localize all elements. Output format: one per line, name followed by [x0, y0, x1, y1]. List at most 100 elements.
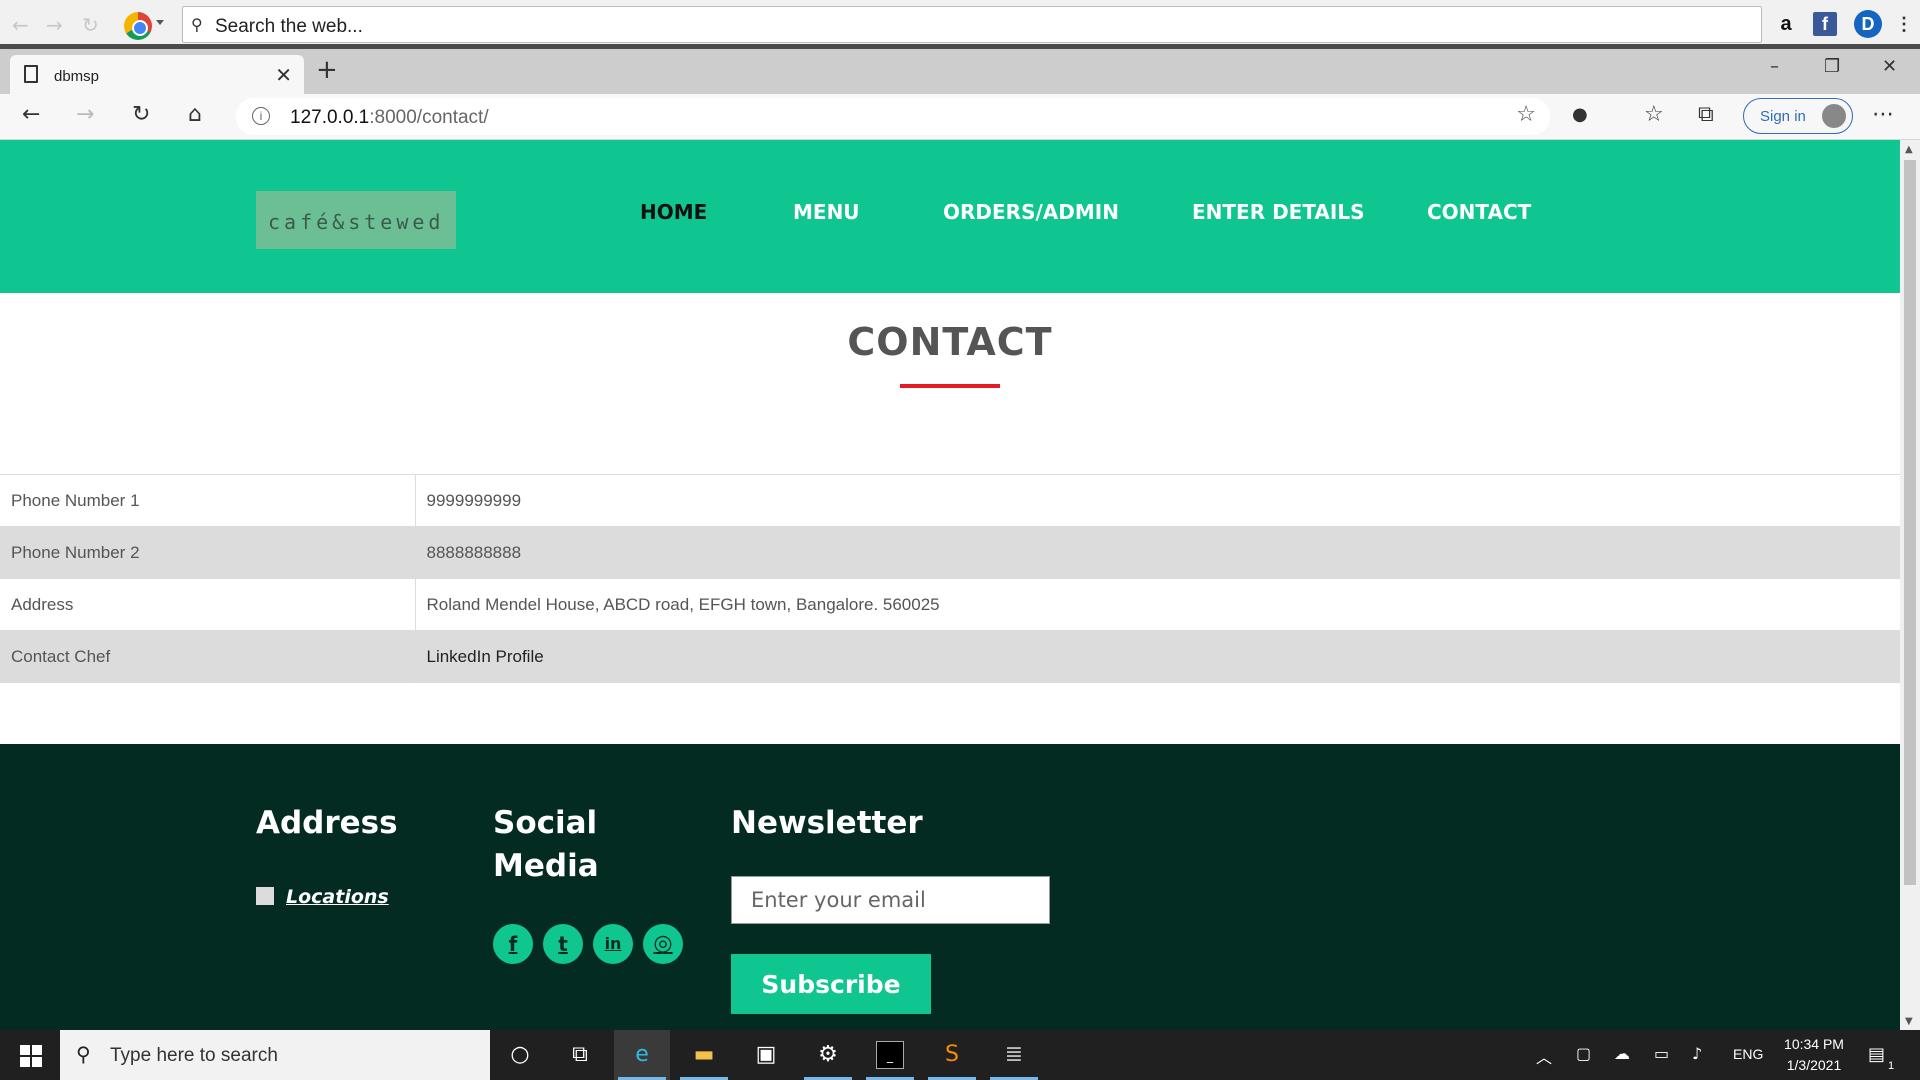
chrome-icon[interactable]	[124, 12, 152, 40]
table-row: Contact Chef LinkedIn Profile	[0, 630, 1900, 683]
site-footer: Address Locations Social Media f t in ◎ …	[0, 744, 1900, 1030]
task-view-icon[interactable]: ⧉	[552, 1030, 608, 1080]
scroll-up-icon[interactable]: ▲	[1905, 144, 1913, 155]
locations-label: Locations	[286, 886, 389, 908]
tab-strip: dbmsp ✕	[0, 49, 1920, 94]
edge-taskbar-icon[interactable]: e	[614, 1030, 670, 1080]
page-title: CONTACT	[847, 320, 1053, 364]
web-search-placeholder: Search the web...	[215, 16, 363, 37]
favorite-star-icon[interactable]: ☆	[1516, 102, 1536, 127]
sign-in-button[interactable]: Sign in	[1743, 98, 1853, 134]
table-row: Phone Number 2 8888888888	[0, 526, 1900, 579]
footer-newsletter-heading: Newsletter	[731, 805, 923, 841]
newsletter-email-input[interactable]	[731, 876, 1050, 924]
favorites-icon[interactable]: ☆	[1644, 102, 1664, 127]
store-icon[interactable]: ▣	[738, 1030, 794, 1080]
social-heading-line2: Media	[493, 848, 599, 884]
windows-start-icon[interactable]	[20, 1045, 42, 1067]
web-search-input[interactable]: ⚲ Search the web...	[182, 6, 1762, 43]
restore-icon[interactable]: ❐	[1824, 56, 1840, 77]
nav-contact[interactable]: CONTACT	[1427, 200, 1531, 224]
page-icon	[24, 65, 38, 83]
locations-link[interactable]: Locations	[256, 886, 389, 908]
social-heading-line1: Social	[493, 805, 598, 841]
forward-icon[interactable]: →	[76, 102, 94, 127]
taskbar-search-placeholder: Type here to search	[110, 1045, 278, 1066]
linkedin-profile-link[interactable]: LinkedIn Profile	[427, 647, 544, 666]
settings-icon[interactable]: ⚙	[800, 1030, 856, 1080]
cortana-icon[interactable]: ○	[492, 1030, 548, 1080]
address-bar[interactable]: i 127.0.0.1:8000/contact/ ☆	[236, 98, 1550, 135]
subscribe-button[interactable]: Subscribe	[731, 954, 931, 1014]
linkedin-icon[interactable]: in	[593, 924, 633, 964]
phone-1-value: 9999999999	[415, 474, 1900, 527]
table-row: Address Roland Mendel House, ABCD road, …	[0, 578, 1900, 631]
minimize-icon[interactable]: –	[1770, 56, 1779, 77]
contact-chef-label: Contact Chef	[0, 630, 416, 683]
home-icon[interactable]: ⌂	[188, 102, 202, 127]
outer-toolbar: ← → ↻ ⚲ Search the web... a f D ⋮	[0, 0, 1920, 49]
info-icon[interactable]: i	[252, 107, 270, 125]
page-scrollbar[interactable]: ▲ ▼	[1900, 140, 1920, 1030]
phone-2-value: 8888888888	[415, 526, 1900, 579]
collections-icon[interactable]: ⧉	[1698, 102, 1714, 127]
scroll-down-icon[interactable]: ▼	[1905, 1016, 1913, 1027]
clock-date: 1/3/2021	[1786, 1057, 1842, 1073]
sublime-text-icon[interactable]: S	[924, 1030, 980, 1080]
taskbar-search-input[interactable]: ⚲ Type here to search	[60, 1030, 490, 1080]
refresh-icon[interactable]: ↻	[132, 102, 150, 127]
more-vertical-icon[interactable]: ⋮	[1892, 12, 1916, 36]
taskbar: ⚲ Type here to search ○ ⧉ e ▬ ▣ ⚙ _ S ≣ …	[0, 1030, 1920, 1080]
cloud-icon[interactable]: ☁	[1614, 1044, 1630, 1063]
terminal-icon[interactable]: _	[862, 1030, 918, 1080]
battery-icon[interactable]: ▭	[1654, 1044, 1669, 1063]
nav-menu[interactable]: MENU	[793, 200, 860, 224]
more-icon[interactable]: ⋯	[1872, 102, 1894, 127]
nav-orders-admin[interactable]: ORDERS/ADMIN	[943, 200, 1119, 224]
forward-icon[interactable]: →	[46, 13, 63, 37]
sign-in-label: Sign in	[1760, 108, 1806, 125]
file-explorer-icon[interactable]: ▬	[676, 1030, 732, 1080]
refresh-icon[interactable]: ↻	[82, 13, 99, 37]
clock-time: 10:34 PM	[1784, 1036, 1844, 1052]
footer-social-heading: Social Media	[493, 802, 599, 888]
phone-1-label: Phone Number 1	[0, 474, 416, 527]
new-tab-icon[interactable]: +	[316, 55, 338, 85]
facebook-icon[interactable]: f	[1813, 12, 1837, 36]
back-icon[interactable]: ←	[12, 13, 29, 37]
phone-2-label: Phone Number 2	[0, 526, 416, 579]
notification-icon[interactable]: ▤	[1868, 1044, 1885, 1065]
page-content: café&stewed HOME MENU ORDERS/ADMIN ENTER…	[0, 140, 1900, 1030]
d-extension-icon[interactable]: D	[1854, 10, 1882, 38]
instagram-icon[interactable]: ◎	[643, 924, 683, 964]
language-indicator[interactable]: ENG	[1733, 1046, 1763, 1062]
volume-icon[interactable]: ♪	[1692, 1044, 1702, 1063]
back-icon[interactable]: ←	[22, 102, 40, 127]
site-header: café&stewed HOME MENU ORDERS/ADMIN ENTER…	[0, 140, 1900, 293]
device-icon[interactable]: ▢	[1576, 1044, 1591, 1063]
tab-dbmsp[interactable]: dbmsp ✕	[10, 55, 304, 94]
chevron-up-icon[interactable]: ︿	[1536, 1044, 1552, 1068]
logo-text: café&stewed	[268, 210, 445, 234]
twitter-icon[interactable]: t	[543, 924, 583, 964]
title-underline	[900, 384, 1000, 388]
tracking-icon[interactable]: ●	[1572, 104, 1588, 125]
search-icon: ⚲	[76, 1042, 91, 1066]
facebook-icon[interactable]: f	[493, 924, 533, 964]
avatar	[1822, 104, 1846, 128]
clock[interactable]: 10:34 PM 1/3/2021	[1770, 1034, 1858, 1076]
notification-count: 1	[1888, 1060, 1895, 1072]
search-icon: ⚲	[191, 15, 203, 34]
contact-chef-cell: LinkedIn Profile	[415, 630, 1900, 683]
close-icon[interactable]: ✕	[275, 63, 292, 87]
site-logo[interactable]: café&stewed	[256, 191, 456, 249]
window-close-icon[interactable]: ✕	[1882, 56, 1897, 77]
nav-enter-details[interactable]: ENTER DETAILS	[1192, 200, 1365, 224]
tab-title: dbmsp	[54, 68, 100, 85]
scrollbar-thumb[interactable]	[1904, 160, 1916, 885]
nav-home[interactable]: HOME	[640, 200, 707, 224]
database-icon[interactable]: ≣	[986, 1030, 1042, 1080]
amazon-icon[interactable]: a	[1774, 12, 1798, 36]
chevron-down-icon[interactable]	[156, 20, 164, 25]
address-label: Address	[0, 578, 416, 631]
